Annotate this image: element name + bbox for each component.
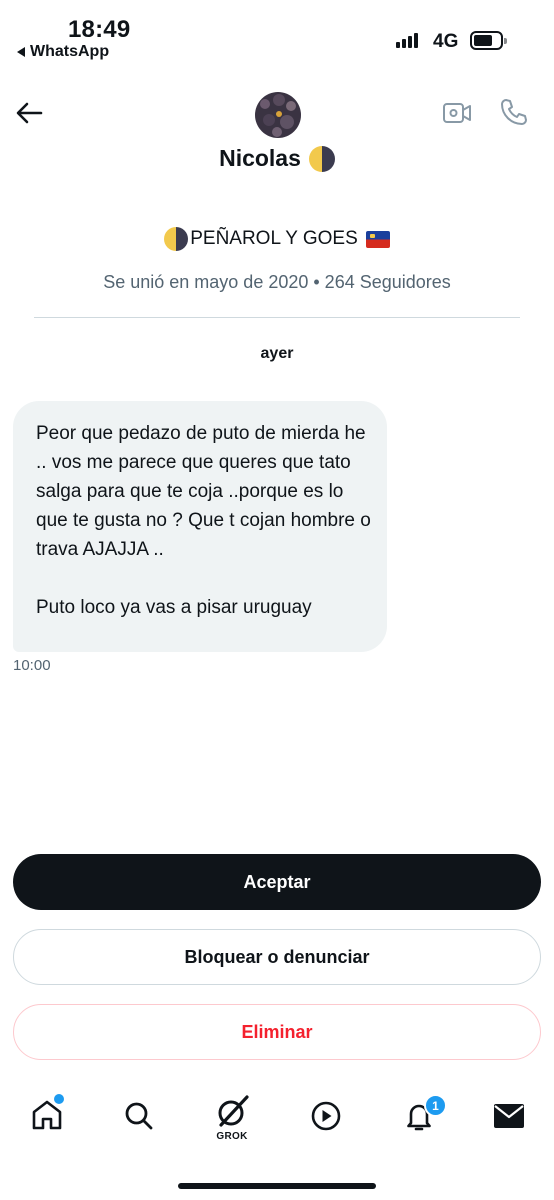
home-indicator (178, 1183, 376, 1189)
profile-joined-info: Se unió en mayo de 2020 • 264 Seguidores (103, 272, 451, 292)
profile-bio: PEÑAROL Y GOES (0, 227, 554, 251)
network-type: 4G (433, 31, 459, 52)
home-unread-dot (54, 1094, 64, 1104)
moon-emoji-icon (308, 145, 335, 172)
back-triangle-icon (17, 47, 25, 57)
play-icon[interactable] (310, 1100, 342, 1132)
accept-button[interactable]: Aceptar (13, 854, 541, 910)
contact-name: Nicolas (219, 145, 301, 171)
avatar[interactable] (255, 92, 301, 138)
search-icon[interactable] (123, 1100, 155, 1132)
phone-call-icon[interactable] (499, 97, 529, 127)
grok-icon[interactable] (213, 1093, 251, 1131)
video-call-icon[interactable] (441, 98, 473, 128)
block-report-button[interactable]: Bloquear o denunciar (13, 929, 541, 985)
grok-label: GROK (216, 1131, 248, 1142)
moon-emoji-icon (164, 227, 189, 251)
message-timestamp: 10:00 (13, 657, 51, 674)
delete-button[interactable]: Eliminar (13, 1004, 541, 1060)
status-time: 18:49 (68, 16, 131, 43)
divider (34, 317, 520, 318)
message-paragraph: Puto loco ya vas a pisar uruguay (36, 597, 312, 618)
contact-name-row[interactable]: Nicolas (0, 145, 554, 172)
back-app-label: WhatsApp (30, 43, 110, 60)
message-bubble[interactable]: Peor que pedazo de puto de mierda he .. … (13, 401, 387, 652)
back-arrow-icon[interactable] (14, 98, 44, 128)
message-paragraph: Peor que pedazo de puto de mierda he .. … (36, 423, 371, 560)
flag-emoji-icon (365, 230, 390, 248)
battery-icon (470, 31, 507, 50)
bio-text: PEÑAROL Y GOES (190, 228, 358, 249)
mail-icon[interactable] (493, 1103, 525, 1129)
day-separator: ayer (260, 345, 294, 362)
notifications-badge: 1 (424, 1094, 447, 1117)
back-to-app-link[interactable]: WhatsApp (17, 43, 109, 61)
signal-icon (396, 32, 418, 48)
